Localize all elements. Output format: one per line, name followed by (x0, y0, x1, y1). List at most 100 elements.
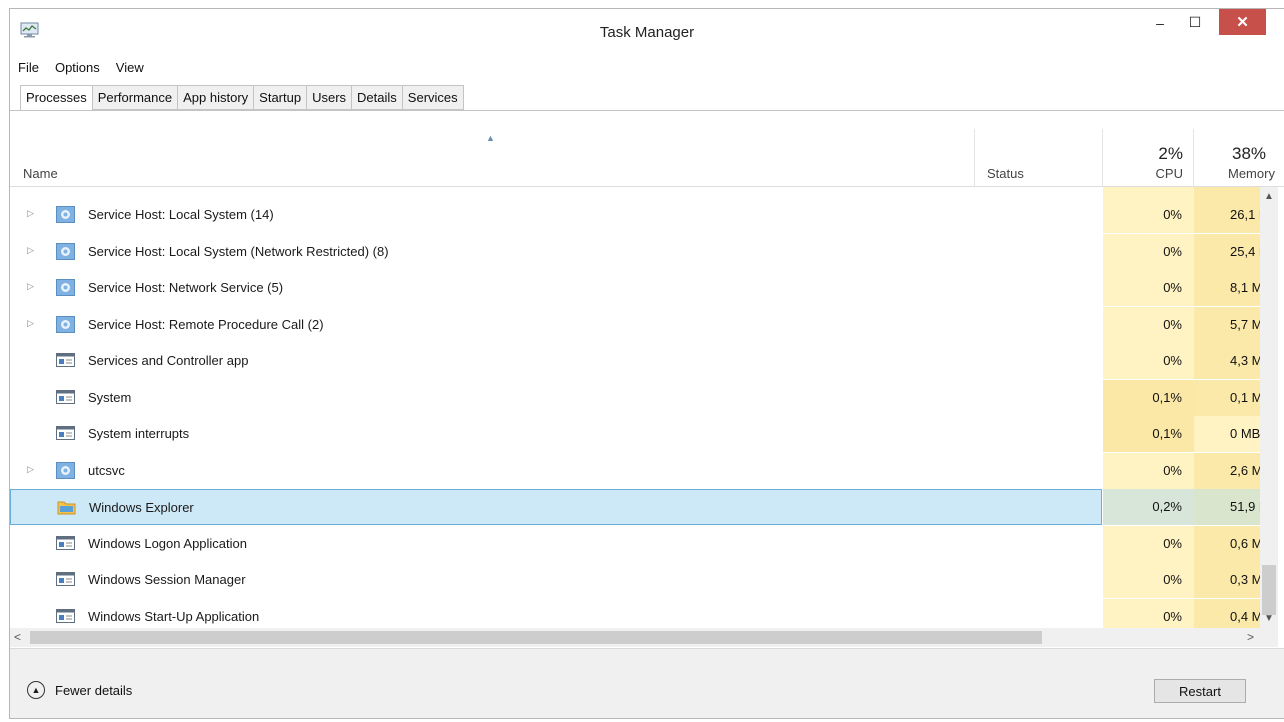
process-name-cell: System interrupts (10, 416, 1102, 452)
cpu-value: 0% (1163, 608, 1182, 624)
memory-value: 51,9 MB (1230, 499, 1260, 514)
app-window-icon (56, 425, 75, 442)
memory-value: 0,3 MB (1230, 572, 1260, 587)
cpu-cell: 0% (1103, 270, 1194, 306)
tab-strip: Processes Performance App history Startu… (20, 85, 464, 111)
close-button[interactable]: ✕ (1219, 9, 1266, 35)
process-list: ▷ Service Host: Local System (14) 0% 26,1 M… (10, 187, 1284, 628)
process-name-cell: Windows Start-Up Application (10, 599, 1102, 629)
process-name: Service Host: Local System (Network Rest… (88, 243, 389, 259)
cpu-cell: 0% (1103, 343, 1194, 379)
table-row[interactable]: ▷ utcsvc 0% 2,6 MB (10, 452, 1284, 489)
cpu-value: 0% (1163, 243, 1182, 259)
table-row[interactable]: System interrupts 0,1% 0 MB (10, 416, 1284, 452)
vertical-scroll-thumb[interactable] (1262, 565, 1276, 615)
window-title: Task Manager (599, 24, 695, 41)
process-name: Windows Explorer (89, 500, 194, 515)
memory-cell: 0,3 MB (1194, 562, 1260, 598)
cpu-value: 0% (1163, 462, 1182, 478)
process-name: Service Host: Local System (14) (88, 207, 274, 222)
chevron-up-icon: ▲ (27, 681, 45, 699)
cpu-value: 0% (1163, 280, 1182, 295)
table-row[interactable]: Windows Start-Up Application 0% 0,4 MB (10, 598, 1284, 629)
scroll-right-icon[interactable]: > (1247, 630, 1254, 644)
expand-chevron-icon[interactable]: ▷ (27, 281, 34, 292)
expand-chevron-icon[interactable]: ▷ (27, 245, 34, 256)
tab-performance[interactable]: Performance (91, 85, 178, 110)
table-row[interactable]: Windows Logon Application 0% 0,6 MB (10, 525, 1284, 562)
tab-processes[interactable]: Processes (20, 85, 92, 111)
process-name-cell: ▷ Service Host: Network Service (5) (10, 270, 1102, 306)
table-row[interactable]: Services and Controller app 0% 4,3 MB (10, 343, 1284, 379)
process-name-cell: ▷ Service Host: Local System (14) (10, 197, 1102, 233)
scroll-up-icon[interactable]: ▲ (1264, 191, 1274, 202)
memory-cell: 5,7 MB (1194, 306, 1260, 343)
memory-cell: 4,3 MB (1194, 343, 1260, 379)
gear-icon (56, 315, 75, 333)
minimize-button[interactable]: – (1145, 9, 1175, 36)
gear-icon (56, 242, 75, 260)
expand-chevron-icon[interactable]: ▷ (27, 464, 34, 475)
table-row[interactable]: Windows Explorer 0,2% 51,9 MB (10, 489, 1284, 525)
table-row[interactable]: ▷ Service Host: Network Service (5) 0% 8,1 … (10, 270, 1284, 306)
vertical-scrollbar[interactable]: ▲ ▼ (1260, 187, 1278, 628)
table-row[interactable]: System 0,1% 0,1 MB (10, 379, 1284, 416)
process-name-cell: System (10, 380, 1102, 416)
tab-users[interactable]: Users (306, 85, 352, 110)
memory-value: 0 MB (1230, 426, 1260, 441)
memory-cell: 51,9 MB (1194, 489, 1260, 525)
column-status[interactable]: Status (975, 129, 1103, 186)
gear-icon (56, 206, 75, 223)
expand-chevron-icon[interactable]: ▷ (27, 318, 34, 329)
expand-chevron-icon[interactable]: ▷ (27, 208, 34, 219)
title-bar[interactable]: Task Manager – ☐ ✕ (10, 9, 1284, 55)
process-name-cell: ▷ Service Host: Remote Procedure Call (2) (10, 307, 1102, 343)
cpu-cell: 0% (1103, 525, 1194, 562)
memory-cell: 2,6 MB (1194, 452, 1260, 489)
fewer-details-button[interactable]: ▲ Fewer details (27, 681, 132, 699)
tabs-divider (10, 110, 1284, 111)
process-name: System (88, 389, 132, 405)
table-row[interactable]: ▷ Service Host: Remote Procedure Call (2)… (10, 306, 1284, 343)
table-row[interactable]: ▷ Service Host: Local System (14) 0% 26,1 M… (10, 197, 1284, 233)
horizontal-scroll-thumb[interactable] (30, 631, 1042, 644)
menu-options[interactable]: Options (47, 60, 108, 75)
table-row[interactable]: ▷ Service Host: Local System (Network Res… (10, 233, 1284, 270)
memory-cell: 0,4 MB (1194, 598, 1260, 628)
process-name-cell: Windows Logon Application (10, 526, 1102, 562)
column-cpu[interactable]: 2% CPU (1103, 129, 1194, 186)
scroll-left-icon[interactable]: < (14, 630, 21, 644)
tab-services[interactable]: Services (401, 85, 464, 110)
maximize-button[interactable]: ☐ (1180, 9, 1210, 36)
scroll-down-icon[interactable]: ▼ (1264, 613, 1274, 624)
folder-icon (57, 499, 76, 516)
process-name: Service Host: Remote Procedure Call (2) (88, 316, 324, 332)
column-name[interactable]: ▲ Name (10, 129, 975, 186)
process-name-cell: Windows Session Manager (10, 562, 1102, 598)
memory-cell: 0 MB (1194, 416, 1260, 452)
memory-value: 8,1 MB (1230, 280, 1260, 295)
menu-file[interactable]: File (10, 60, 47, 75)
cpu-value: 0% (1163, 316, 1182, 332)
process-name: Service Host: Network Service (5) (88, 280, 284, 295)
table-row[interactable]: Windows Session Manager 0% 0,3 MB (10, 562, 1284, 598)
cpu-value: 0,2% (1152, 499, 1182, 514)
horizontal-scrollbar[interactable]: < > (10, 628, 1260, 647)
restart-button[interactable]: Restart (1154, 679, 1246, 703)
memory-cell: 0,6 MB (1194, 525, 1260, 562)
memory-value: 0,4 MB (1230, 608, 1260, 624)
app-window-icon (56, 389, 75, 406)
menu-view[interactable]: View (108, 60, 152, 75)
menu-bar: File Options View (10, 55, 1284, 79)
memory-value: 0,6 MB (1230, 535, 1260, 551)
tab-startup[interactable]: Startup (253, 85, 307, 110)
sort-ascending-icon: ▲ (486, 133, 495, 143)
memory-value: 0,1 MB (1230, 389, 1260, 405)
app-window-icon (56, 352, 75, 369)
app-window-icon (56, 571, 75, 588)
column-memory[interactable]: 38% Memory (1194, 129, 1284, 186)
tab-details[interactable]: Details (351, 85, 402, 110)
process-name: Windows Session Manager (88, 572, 246, 587)
tab-app-history[interactable]: App history (177, 85, 254, 110)
gear-icon (56, 279, 75, 296)
